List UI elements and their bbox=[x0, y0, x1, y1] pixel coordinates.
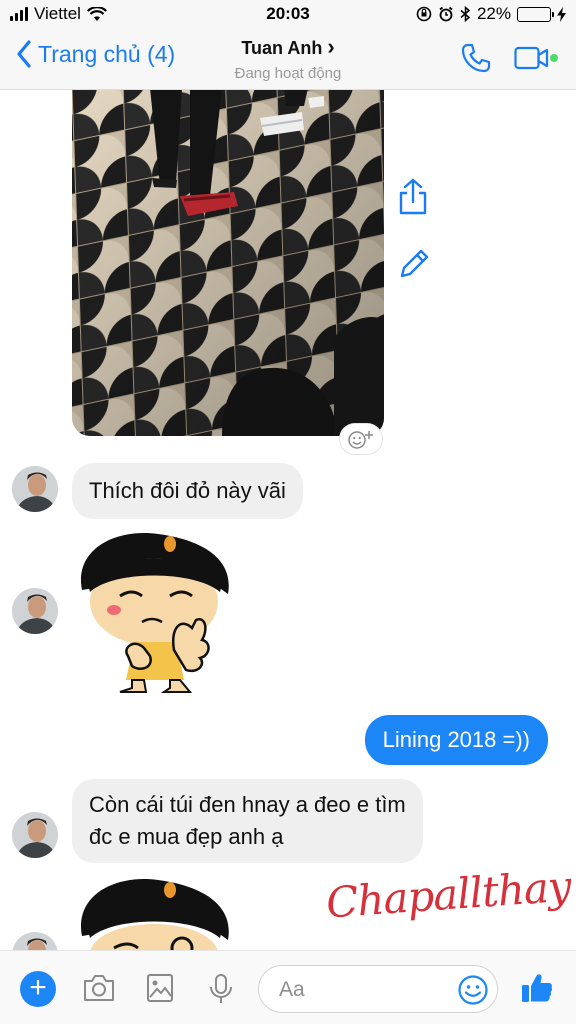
battery-percent: 22% bbox=[476, 4, 511, 23]
status-bar: Viettel 20:03 22% bbox=[0, 0, 576, 28]
phone-icon[interactable] bbox=[460, 42, 492, 74]
chevron-right-icon: › bbox=[327, 34, 335, 59]
message-bubble[interactable]: Còn cái túi đen hnay a đeo e tìm đc e mu… bbox=[72, 779, 423, 863]
composer-bar: + Aa bbox=[0, 950, 576, 1024]
avatar-photo bbox=[12, 466, 58, 512]
conversation-header: Trang chủ (4) Tuan Anh › Đang hoạt động bbox=[0, 28, 576, 90]
avatar-photo bbox=[12, 812, 58, 858]
tiled-floor-photo bbox=[72, 90, 384, 436]
thumbs-up-icon[interactable] bbox=[520, 971, 554, 1005]
message-bubble[interactable]: Thích đôi đỏ này vãi bbox=[72, 463, 303, 519]
message-input[interactable]: Aa bbox=[258, 965, 498, 1013]
add-reaction-button[interactable] bbox=[340, 424, 382, 454]
watermark: Chapallthay bbox=[324, 861, 573, 928]
message-line: đc e mua đẹp anh ạ bbox=[89, 824, 284, 849]
avatar[interactable] bbox=[12, 932, 58, 950]
gallery-icon[interactable] bbox=[146, 973, 174, 1003]
camera-icon[interactable] bbox=[82, 973, 116, 1003]
video-camera-icon bbox=[514, 46, 549, 70]
avatar[interactable] bbox=[12, 588, 58, 634]
avatar[interactable] bbox=[12, 466, 58, 512]
smiley-plus-icon bbox=[348, 431, 373, 449]
avatar-photo bbox=[12, 932, 58, 950]
edit-icon[interactable] bbox=[396, 246, 432, 282]
message-line: Còn cái túi đen hnay a đeo e tìm bbox=[89, 792, 406, 817]
contact-name: Tuan Anh bbox=[241, 38, 323, 58]
status-right: 22% bbox=[416, 4, 566, 24]
orientation-lock-icon bbox=[416, 6, 432, 22]
avatar[interactable] bbox=[12, 812, 58, 858]
bluetooth-icon bbox=[460, 6, 471, 22]
message-input-placeholder: Aa bbox=[279, 978, 305, 1001]
share-icon[interactable] bbox=[396, 178, 430, 216]
sticker[interactable] bbox=[74, 876, 234, 950]
battery-icon bbox=[517, 6, 554, 22]
smiley-icon[interactable] bbox=[457, 974, 489, 1006]
microphone-icon[interactable] bbox=[208, 973, 234, 1005]
call-actions bbox=[460, 42, 558, 74]
photo-message[interactable] bbox=[72, 90, 384, 436]
more-actions-button[interactable]: + bbox=[20, 971, 56, 1007]
message-list[interactable]: Thích đôi đỏ này vãi Lining 2018 =)) Còn… bbox=[0, 90, 576, 950]
video-call-button[interactable] bbox=[514, 45, 558, 71]
message-bubble-outgoing[interactable]: Lining 2018 =)) bbox=[364, 715, 548, 765]
charging-icon bbox=[557, 6, 566, 22]
thumbs-up-sticker[interactable] bbox=[74, 530, 234, 696]
online-dot bbox=[550, 54, 558, 62]
alarm-icon bbox=[439, 6, 453, 22]
avatar-photo bbox=[12, 588, 58, 634]
